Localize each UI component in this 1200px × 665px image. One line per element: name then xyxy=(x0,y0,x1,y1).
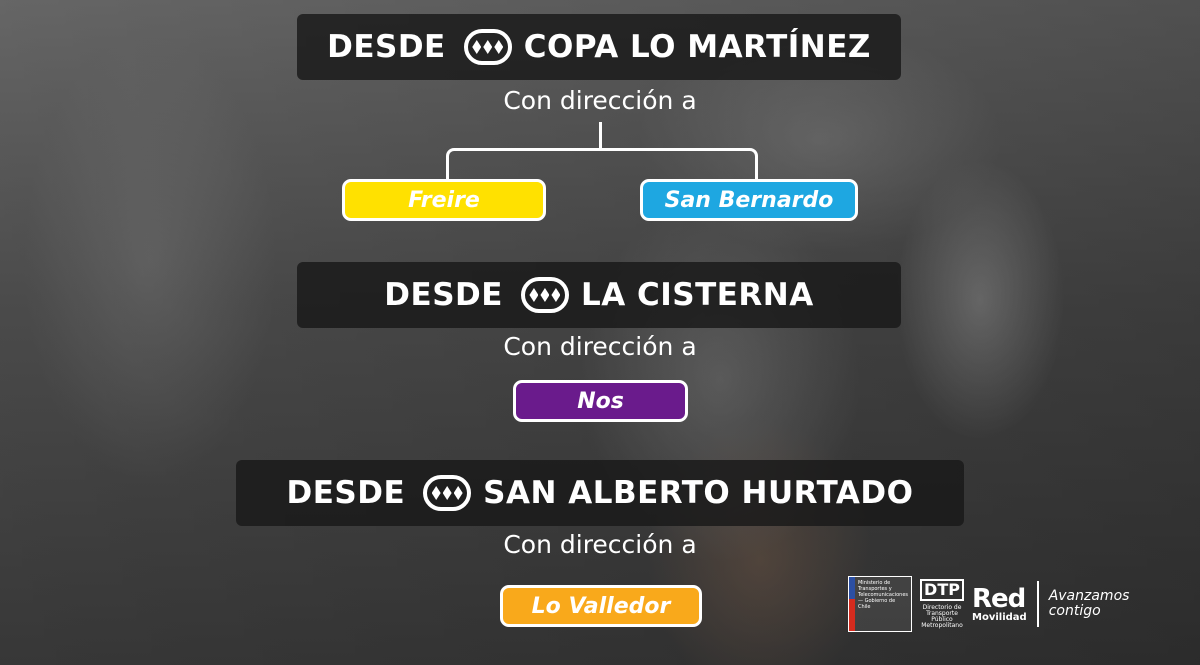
dtp-mark: DTP xyxy=(920,579,964,601)
station-name: SAN ALBERTO HURTADO xyxy=(483,475,914,511)
dtp-subtitle: Directorio de Transporte Público Metropo… xyxy=(921,604,963,629)
destination-label: San Bernardo xyxy=(664,187,834,213)
desde-label: DESDE xyxy=(286,475,406,511)
red-wordmark: Red xyxy=(972,583,1026,614)
desde-label: DESDE xyxy=(384,277,503,313)
destination-lo-valledor: Lo Valledor xyxy=(500,585,702,627)
station-name: COPA LO MARTÍNEZ xyxy=(523,29,871,65)
desde-label: DESDE xyxy=(327,29,446,65)
header-san-alberto-hurtado: DESDE SAN ALBERTO HURTADO xyxy=(236,460,964,526)
metro-logo-icon xyxy=(520,277,569,313)
destination-san-bernardo: San Bernardo xyxy=(640,179,858,221)
tagline: Avanzamos contigo xyxy=(1049,589,1130,619)
direction-label: Con dirección a xyxy=(503,530,697,559)
destination-label: Lo Valledor xyxy=(531,593,671,619)
metro-logo-icon xyxy=(423,475,472,511)
gobierno-logo-text: Ministerio de Transportes y Telecomunica… xyxy=(857,580,908,610)
destination-nos: Nos xyxy=(513,380,688,422)
bracket-stem xyxy=(599,122,602,148)
bracket-branch xyxy=(446,148,758,179)
gobierno-de-chile-logo: Ministerio de Transportes y Telecomunica… xyxy=(848,576,912,632)
logo-divider xyxy=(1036,581,1039,627)
red-movilidad-logo: Red Movilidad xyxy=(972,586,1027,623)
metro-logo-icon xyxy=(463,29,512,65)
dtp-logo: DTP Directorio de Transporte Público Met… xyxy=(920,579,964,629)
red-subtitle: Movilidad xyxy=(972,611,1027,623)
destination-freire: Freire xyxy=(342,179,546,221)
destination-label: Freire xyxy=(408,187,480,213)
direction-label: Con dirección a xyxy=(503,86,697,115)
header-la-cisterna: DESDE LA CISTERNA xyxy=(297,262,901,328)
footer-logos: Ministerio de Transportes y Telecomunica… xyxy=(848,574,1129,634)
tagline-line-1: Avanzamos xyxy=(1048,588,1130,604)
header-copa-lo-martinez: DESDE COPA LO MARTÍNEZ xyxy=(297,14,901,80)
station-name: LA CISTERNA xyxy=(580,277,814,313)
destination-label: Nos xyxy=(577,388,624,414)
direction-label: Con dirección a xyxy=(503,332,697,361)
tagline-line-2: contigo xyxy=(1048,603,1101,619)
